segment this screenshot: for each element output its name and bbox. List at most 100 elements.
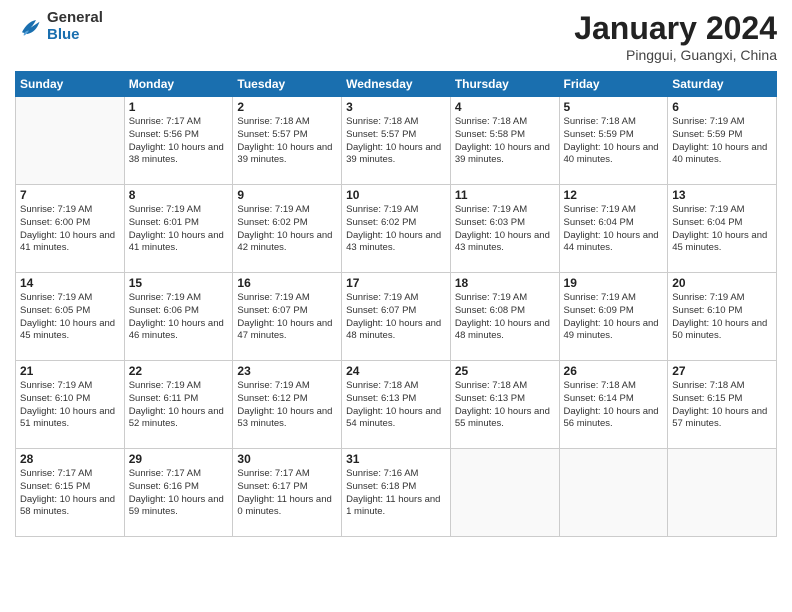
day-number: 14	[20, 276, 120, 290]
day-info: Sunrise: 7:19 AM Sunset: 6:00 PM Dayligh…	[20, 204, 120, 255]
calendar-cell: 2 Sunrise: 7:18 AM Sunset: 5:57 PM Daylig…	[233, 97, 342, 185]
day-info: Sunrise: 7:17 AM Sunset: 6:17 PM Dayligh…	[237, 468, 337, 519]
calendar-cell	[668, 449, 777, 537]
day-number: 19	[564, 276, 664, 290]
day-info: Sunrise: 7:18 AM Sunset: 5:58 PM Dayligh…	[455, 116, 555, 167]
calendar-cell: 14 Sunrise: 7:19 AM Sunset: 6:05 PM Dayli…	[16, 273, 125, 361]
day-number: 25	[455, 364, 555, 378]
calendar-cell: 23 Sunrise: 7:19 AM Sunset: 6:12 PM Dayli…	[233, 361, 342, 449]
day-number: 6	[672, 100, 772, 114]
calendar-cell: 13 Sunrise: 7:19 AM Sunset: 6:04 PM Dayli…	[668, 185, 777, 273]
calendar-cell: 8 Sunrise: 7:19 AM Sunset: 6:01 PM Daylig…	[124, 185, 233, 273]
calendar-cell	[450, 449, 559, 537]
day-info: Sunrise: 7:19 AM Sunset: 6:05 PM Dayligh…	[20, 292, 120, 343]
day-info: Sunrise: 7:19 AM Sunset: 6:04 PM Dayligh…	[564, 204, 664, 255]
day-info: Sunrise: 7:19 AM Sunset: 6:10 PM Dayligh…	[20, 380, 120, 431]
calendar-cell	[16, 97, 125, 185]
calendar-week-row: 1 Sunrise: 7:17 AM Sunset: 5:56 PM Daylig…	[16, 97, 777, 185]
day-number: 16	[237, 276, 337, 290]
day-info: Sunrise: 7:19 AM Sunset: 6:07 PM Dayligh…	[237, 292, 337, 343]
day-number: 13	[672, 188, 772, 202]
calendar-page: General Blue January 2024 Pinggui, Guang…	[0, 0, 792, 612]
calendar-cell: 11Sunrise: 7:19 AM Sunset: 6:03 PM Dayli…	[450, 185, 559, 273]
day-number: 26	[564, 364, 664, 378]
day-info: Sunrise: 7:18 AM Sunset: 6:14 PM Dayligh…	[564, 380, 664, 431]
day-number: 21	[20, 364, 120, 378]
day-number: 28	[20, 452, 120, 466]
day-info: Sunrise: 7:19 AM Sunset: 6:04 PM Dayligh…	[672, 204, 772, 255]
weekday-header-row: SundayMondayTuesdayWednesdayThursdayFrid…	[16, 72, 777, 97]
calendar-cell: 26 Sunrise: 7:18 AM Sunset: 6:14 PM Dayli…	[559, 361, 668, 449]
day-info: Sunrise: 7:16 AM Sunset: 6:18 PM Dayligh…	[346, 468, 446, 519]
day-number: 2	[237, 100, 337, 114]
calendar-cell: 7 Sunrise: 7:19 AM Sunset: 6:00 PM Daylig…	[16, 185, 125, 273]
day-number: 8	[129, 188, 229, 202]
calendar-cell: 29 Sunrise: 7:17 AM Sunset: 6:16 PM Dayli…	[124, 449, 233, 537]
day-number: 20	[672, 276, 772, 290]
calendar-cell: 30 Sunrise: 7:17 AM Sunset: 6:17 PM Dayli…	[233, 449, 342, 537]
calendar-cell: 22 Sunrise: 7:19 AM Sunset: 6:11 PM Dayli…	[124, 361, 233, 449]
day-number: 30	[237, 452, 337, 466]
day-number: 23	[237, 364, 337, 378]
calendar-week-row: 7 Sunrise: 7:19 AM Sunset: 6:00 PM Daylig…	[16, 185, 777, 273]
logo-blue-text: Blue	[47, 27, 103, 44]
calendar-cell: 19Sunrise: 7:19 AM Sunset: 6:09 PM Dayli…	[559, 273, 668, 361]
day-info: Sunrise: 7:17 AM Sunset: 6:15 PM Dayligh…	[20, 468, 120, 519]
weekday-header-tuesday: Tuesday	[233, 72, 342, 97]
weekday-header-saturday: Saturday	[668, 72, 777, 97]
day-number: 17	[346, 276, 446, 290]
calendar-cell: 17 Sunrise: 7:19 AM Sunset: 6:07 PM Dayli…	[342, 273, 451, 361]
day-number: 29	[129, 452, 229, 466]
day-info: Sunrise: 7:19 AM Sunset: 6:12 PM Dayligh…	[237, 380, 337, 431]
day-info: Sunrise: 7:17 AM Sunset: 6:16 PM Dayligh…	[129, 468, 229, 519]
day-number: 22	[129, 364, 229, 378]
calendar-table: SundayMondayTuesdayWednesdayThursdayFrid…	[15, 71, 777, 537]
day-number: 18	[455, 276, 555, 290]
day-number: 1	[129, 100, 229, 114]
logo-general-text: General	[47, 10, 103, 27]
day-number: 31	[346, 452, 446, 466]
calendar-cell: 18 Sunrise: 7:19 AM Sunset: 6:08 PM Dayli…	[450, 273, 559, 361]
day-info: Sunrise: 7:18 AM Sunset: 6:13 PM Dayligh…	[455, 380, 555, 431]
calendar-title: January 2024	[574, 10, 777, 47]
calendar-cell: 28 Sunrise: 7:17 AM Sunset: 6:15 PM Dayli…	[16, 449, 125, 537]
day-info: Sunrise: 7:18 AM Sunset: 5:57 PM Dayligh…	[346, 116, 446, 167]
day-info: Sunrise: 7:19 AM Sunset: 6:02 PM Dayligh…	[346, 204, 446, 255]
day-info: Sunrise: 7:18 AM Sunset: 5:57 PM Dayligh…	[237, 116, 337, 167]
day-info: Sunrise: 7:18 AM Sunset: 5:59 PM Dayligh…	[564, 116, 664, 167]
calendar-cell: 6 Sunrise: 7:19 AM Sunset: 5:59 PM Daylig…	[668, 97, 777, 185]
calendar-cell: 21 Sunrise: 7:19 AM Sunset: 6:10 PM Dayli…	[16, 361, 125, 449]
calendar-week-row: 14 Sunrise: 7:19 AM Sunset: 6:05 PM Dayli…	[16, 273, 777, 361]
day-number: 15	[129, 276, 229, 290]
calendar-cell: 27Sunrise: 7:18 AM Sunset: 6:15 PM Dayli…	[668, 361, 777, 449]
logo: General Blue	[15, 10, 103, 43]
day-number: 10	[346, 188, 446, 202]
day-number: 7	[20, 188, 120, 202]
calendar-cell: 25 Sunrise: 7:18 AM Sunset: 6:13 PM Dayli…	[450, 361, 559, 449]
day-info: Sunrise: 7:19 AM Sunset: 6:08 PM Dayligh…	[455, 292, 555, 343]
weekday-header-friday: Friday	[559, 72, 668, 97]
calendar-location: Pinggui, Guangxi, China	[574, 47, 777, 63]
calendar-cell: 15 Sunrise: 7:19 AM Sunset: 6:06 PM Dayli…	[124, 273, 233, 361]
day-number: 3	[346, 100, 446, 114]
day-info: Sunrise: 7:19 AM Sunset: 6:07 PM Dayligh…	[346, 292, 446, 343]
day-info: Sunrise: 7:19 AM Sunset: 6:10 PM Dayligh…	[672, 292, 772, 343]
day-info: Sunrise: 7:18 AM Sunset: 6:15 PM Dayligh…	[672, 380, 772, 431]
day-info: Sunrise: 7:19 AM Sunset: 6:11 PM Dayligh…	[129, 380, 229, 431]
calendar-cell: 20 Sunrise: 7:19 AM Sunset: 6:10 PM Dayli…	[668, 273, 777, 361]
calendar-cell: 4Sunrise: 7:18 AM Sunset: 5:58 PM Daylig…	[450, 97, 559, 185]
day-info: Sunrise: 7:19 AM Sunset: 6:02 PM Dayligh…	[237, 204, 337, 255]
weekday-header-sunday: Sunday	[16, 72, 125, 97]
day-info: Sunrise: 7:17 AM Sunset: 5:56 PM Dayligh…	[129, 116, 229, 167]
calendar-cell	[559, 449, 668, 537]
day-info: Sunrise: 7:19 AM Sunset: 6:06 PM Dayligh…	[129, 292, 229, 343]
day-info: Sunrise: 7:19 AM Sunset: 5:59 PM Dayligh…	[672, 116, 772, 167]
calendar-week-row: 21 Sunrise: 7:19 AM Sunset: 6:10 PM Dayli…	[16, 361, 777, 449]
calendar-cell: 5 Sunrise: 7:18 AM Sunset: 5:59 PM Daylig…	[559, 97, 668, 185]
calendar-cell: 1 Sunrise: 7:17 AM Sunset: 5:56 PM Daylig…	[124, 97, 233, 185]
calendar-cell: 16 Sunrise: 7:19 AM Sunset: 6:07 PM Dayli…	[233, 273, 342, 361]
day-info: Sunrise: 7:19 AM Sunset: 6:01 PM Dayligh…	[129, 204, 229, 255]
calendar-cell: 24Sunrise: 7:18 AM Sunset: 6:13 PM Dayli…	[342, 361, 451, 449]
day-number: 5	[564, 100, 664, 114]
day-number: 9	[237, 188, 337, 202]
